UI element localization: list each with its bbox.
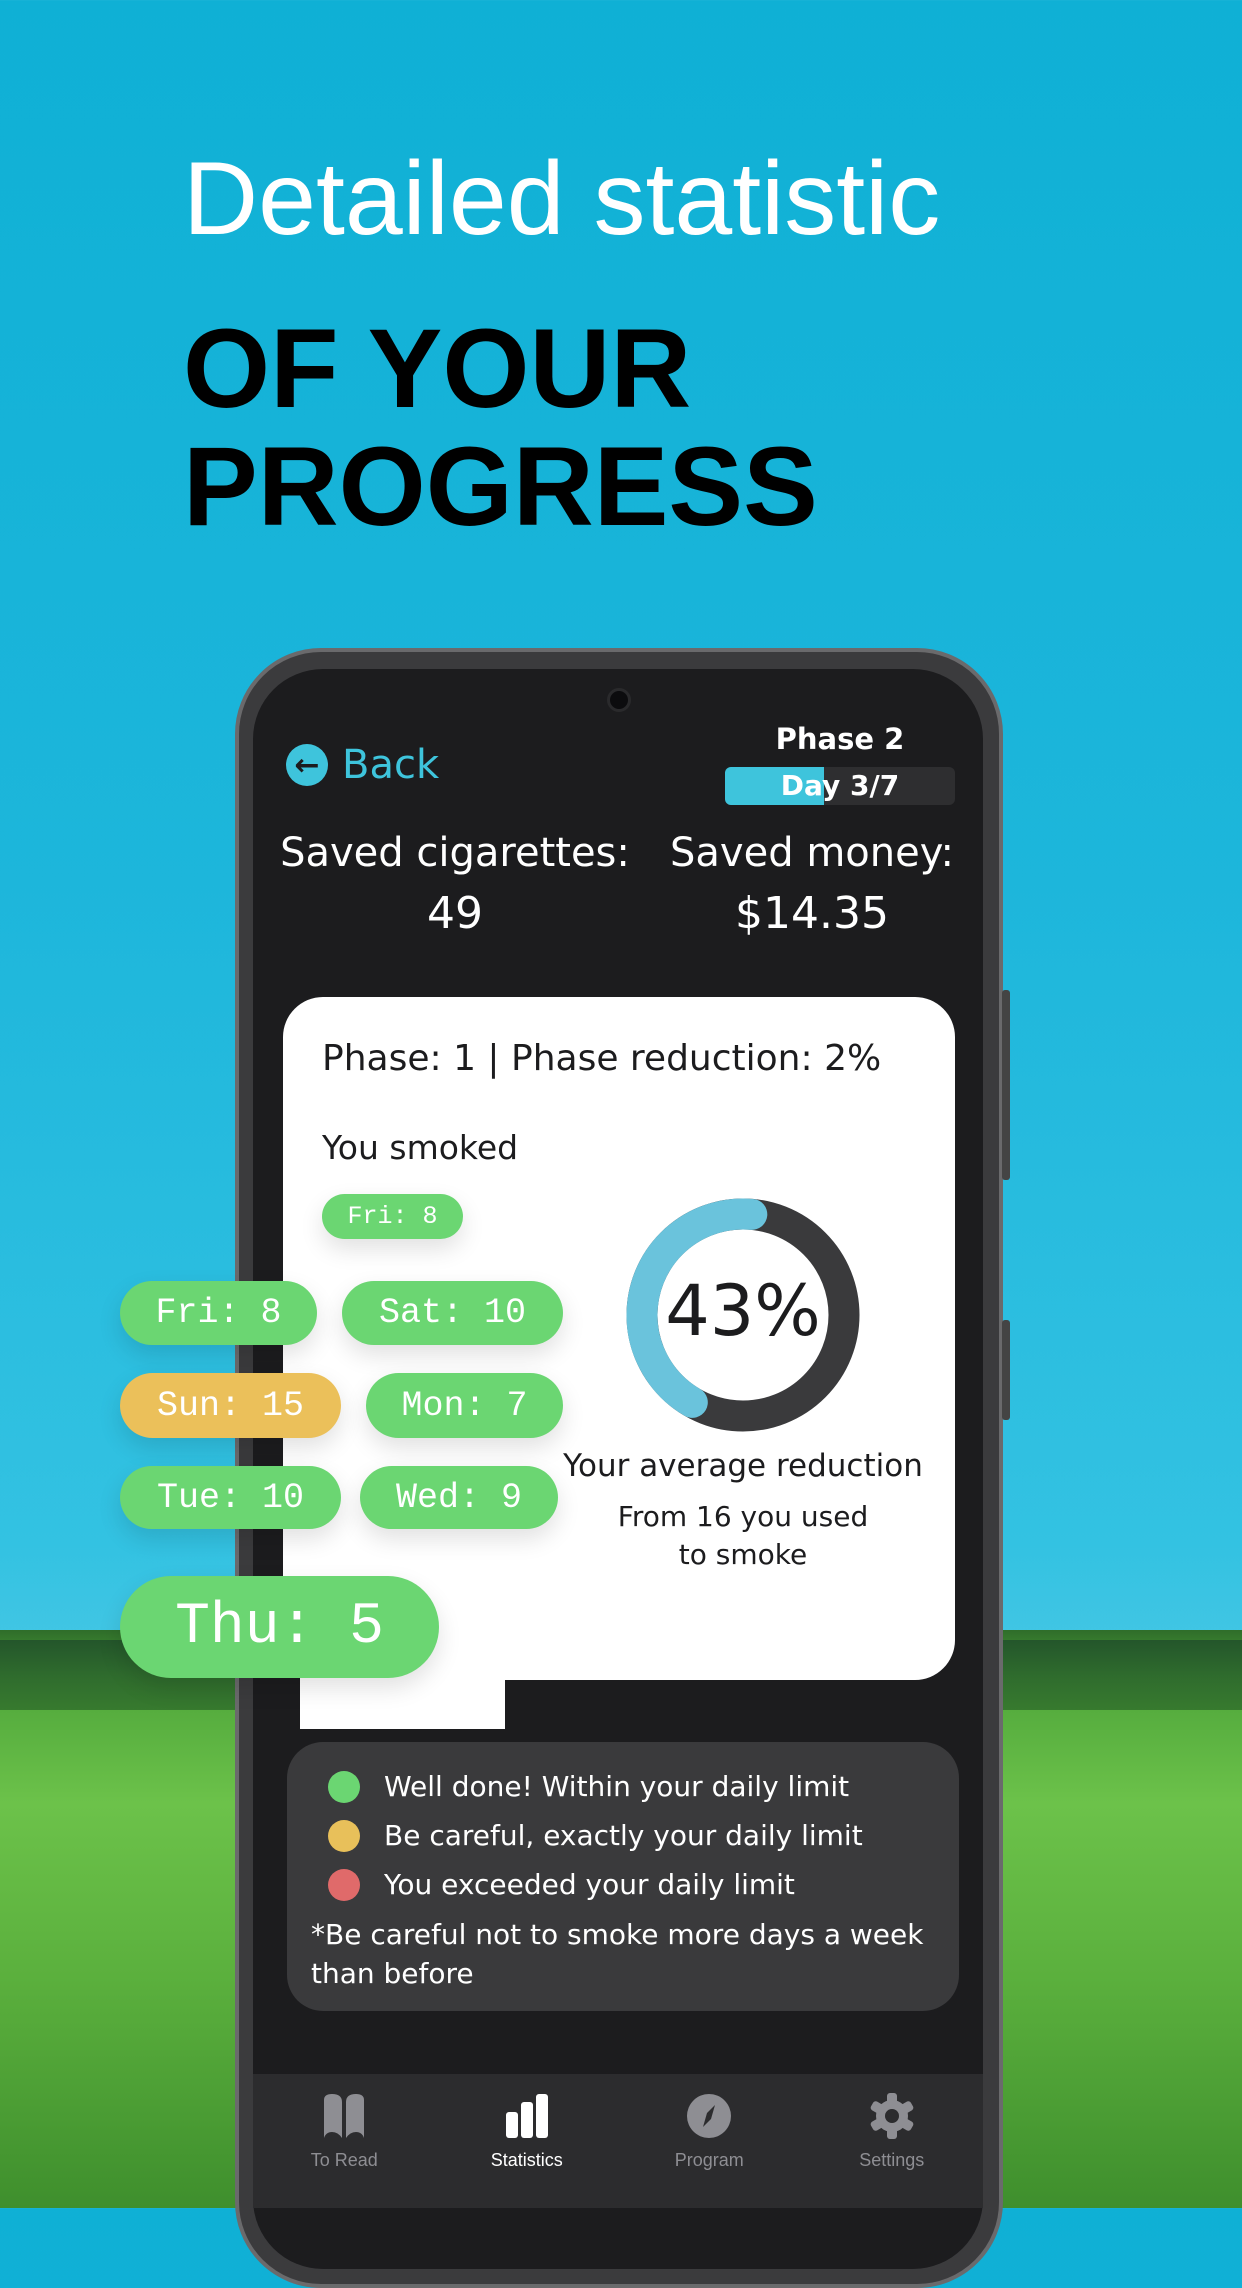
gear-icon bbox=[870, 2093, 914, 2139]
headline-line3: PROGRESS bbox=[183, 424, 818, 549]
legend-note: *Be careful not to smoke more days a wee… bbox=[311, 1915, 929, 1993]
headline-subtitle: OF YOUR PROGRESS bbox=[183, 310, 818, 546]
headline-line2: OF YOUR bbox=[183, 306, 692, 431]
camera-icon bbox=[607, 688, 631, 712]
day-chip-sat[interactable]: Sat: 10 bbox=[342, 1281, 563, 1345]
day-chip-wed[interactable]: Wed: 9 bbox=[360, 1466, 558, 1529]
tab-label: To Read bbox=[310, 2150, 378, 2170]
arrow-left-icon: ← bbox=[286, 744, 328, 786]
legend-item-within: Well done! Within your daily limit bbox=[311, 1762, 929, 1811]
legend-label: You exceeded your daily limit bbox=[384, 1868, 795, 1901]
power-button bbox=[1002, 1320, 1010, 1420]
legend-item-exact: Be careful, exactly your daily limit bbox=[311, 1811, 929, 1860]
note-line1: *Be careful not to smoke more days a wee… bbox=[311, 1918, 924, 1951]
saved-money: Saved money: $14.35 bbox=[632, 830, 992, 939]
day-chip-tue[interactable]: Tue: 10 bbox=[120, 1466, 341, 1529]
back-label: Back bbox=[342, 742, 440, 788]
headline-title: Detailed statistic bbox=[183, 141, 941, 257]
day-chip-thu[interactable]: Thu: 5 bbox=[120, 1576, 439, 1678]
compass-icon bbox=[687, 2094, 732, 2138]
legend-label: Well done! Within your daily limit bbox=[384, 1770, 850, 1803]
tab-bar: To Read Statistics Program Settings bbox=[253, 2074, 983, 2208]
phase-label: Phase 2 bbox=[775, 722, 905, 756]
red-dot-icon bbox=[328, 1868, 360, 1901]
from-line2: to smoke bbox=[678, 1538, 808, 1571]
tab-label: Program bbox=[674, 2150, 744, 2170]
tab-program[interactable]: Program bbox=[618, 2074, 801, 2208]
tab-label: Settings bbox=[859, 2150, 925, 2170]
from-line1: From 16 you used bbox=[617, 1500, 869, 1533]
legend-item-exceeded: You exceeded your daily limit bbox=[311, 1860, 929, 1909]
back-button[interactable]: ← Back bbox=[286, 742, 439, 788]
saved-cigarettes: Saved cigarettes: 49 bbox=[275, 830, 635, 939]
tab-to-read[interactable]: To Read bbox=[253, 2074, 436, 2208]
tab-statistics[interactable]: Statistics bbox=[436, 2074, 619, 2208]
day-chip-small[interactable]: Fri: 8 bbox=[322, 1194, 463, 1239]
saved-money-value: $14.35 bbox=[735, 888, 889, 939]
legend-label: Be careful, exactly your daily limit bbox=[384, 1819, 863, 1852]
day-progress-bar: Day 3/7 bbox=[725, 767, 955, 805]
tab-settings[interactable]: Settings bbox=[801, 2074, 984, 2208]
note-line2: than before bbox=[311, 1957, 474, 1990]
green-dot-icon bbox=[328, 1770, 360, 1803]
volume-button bbox=[1002, 990, 1010, 1180]
legend-box: Well done! Within your daily limit Be ca… bbox=[287, 1742, 959, 2011]
day-chip-fri[interactable]: Fri: 8 bbox=[120, 1281, 317, 1345]
yellow-dot-icon bbox=[328, 1819, 360, 1852]
tab-label: Statistics bbox=[490, 2150, 563, 2170]
saved-cigarettes-value: 49 bbox=[427, 888, 483, 939]
you-smoked-label: You smoked bbox=[322, 1128, 519, 1167]
day-chip-mon[interactable]: Mon: 7 bbox=[366, 1373, 563, 1438]
saved-cigarettes-label: Saved cigarettes: bbox=[280, 830, 630, 876]
reduction-percent: 43% bbox=[665, 1270, 821, 1352]
phase-reduction-title: Phase: 1 | Phase reduction: 2% bbox=[322, 1038, 882, 1079]
bar-chart-icon bbox=[505, 2094, 548, 2138]
book-icon bbox=[324, 2094, 365, 2138]
day-chip-sun[interactable]: Sun: 15 bbox=[120, 1373, 341, 1438]
from-usage-text: From 16 you used to smoke bbox=[543, 1498, 943, 1574]
saved-money-label: Saved money: bbox=[670, 830, 954, 876]
day-label: Day 3/7 bbox=[780, 769, 900, 802]
card-extension bbox=[300, 1670, 505, 1729]
average-reduction-label: Your average reduction bbox=[563, 1448, 923, 1484]
